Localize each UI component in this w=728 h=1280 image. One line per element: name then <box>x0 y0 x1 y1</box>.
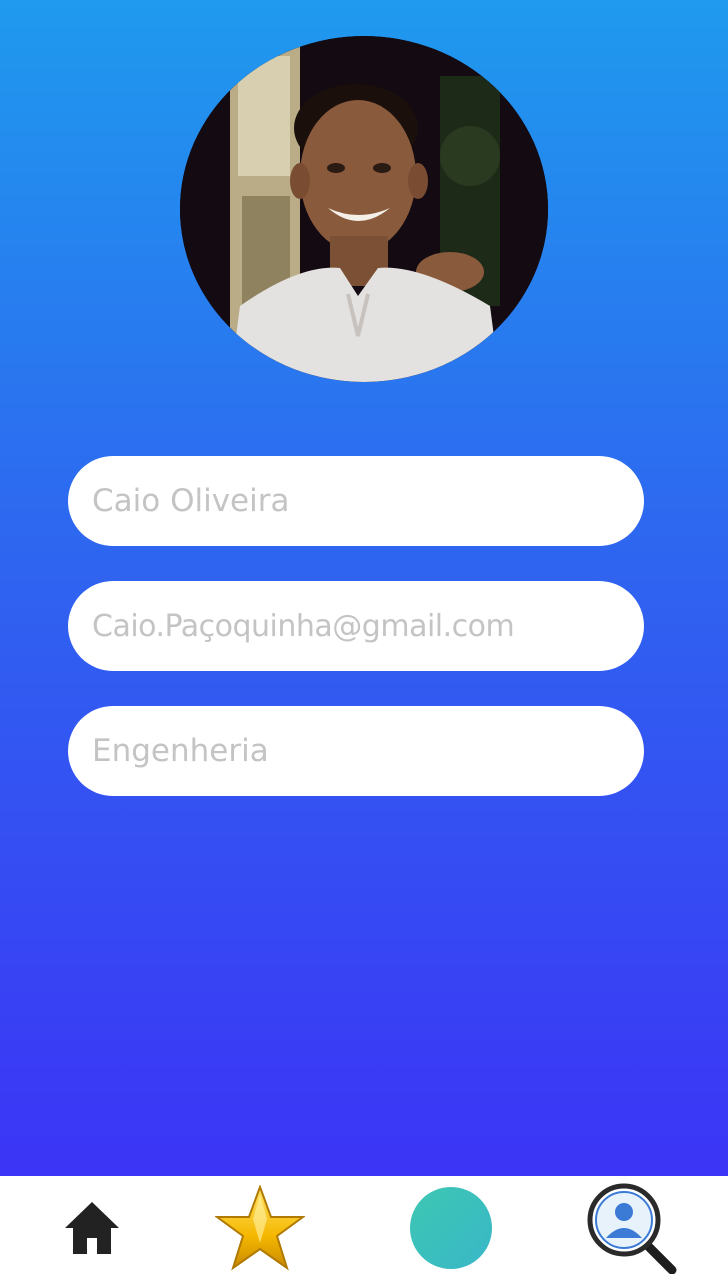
email-placeholder: Caio.Paçoquinha@gmail.com <box>92 608 515 644</box>
profile-avatar[interactable] <box>180 36 548 382</box>
nav-user-search-button[interactable] <box>584 1176 680 1280</box>
profile-screen: Caio Oliveira Caio.Paçoquinha@gmail.com … <box>0 0 728 1280</box>
user-search-icon <box>587 1183 677 1274</box>
bottom-navigation <box>0 1176 728 1280</box>
name-placeholder: Caio Oliveira <box>92 483 290 519</box>
course-placeholder: Engenheria <box>92 733 269 769</box>
home-icon <box>65 1202 119 1254</box>
circle-icon <box>410 1187 492 1269</box>
course-field[interactable]: Engenheria <box>68 706 644 796</box>
star-icon <box>215 1185 305 1271</box>
name-field[interactable]: Caio Oliveira <box>68 456 644 546</box>
email-field[interactable]: Caio.Paçoquinha@gmail.com <box>68 581 644 671</box>
nav-center-button[interactable] <box>406 1176 496 1280</box>
nav-home-button[interactable] <box>55 1176 129 1280</box>
nav-favorites-button[interactable] <box>212 1176 308 1280</box>
